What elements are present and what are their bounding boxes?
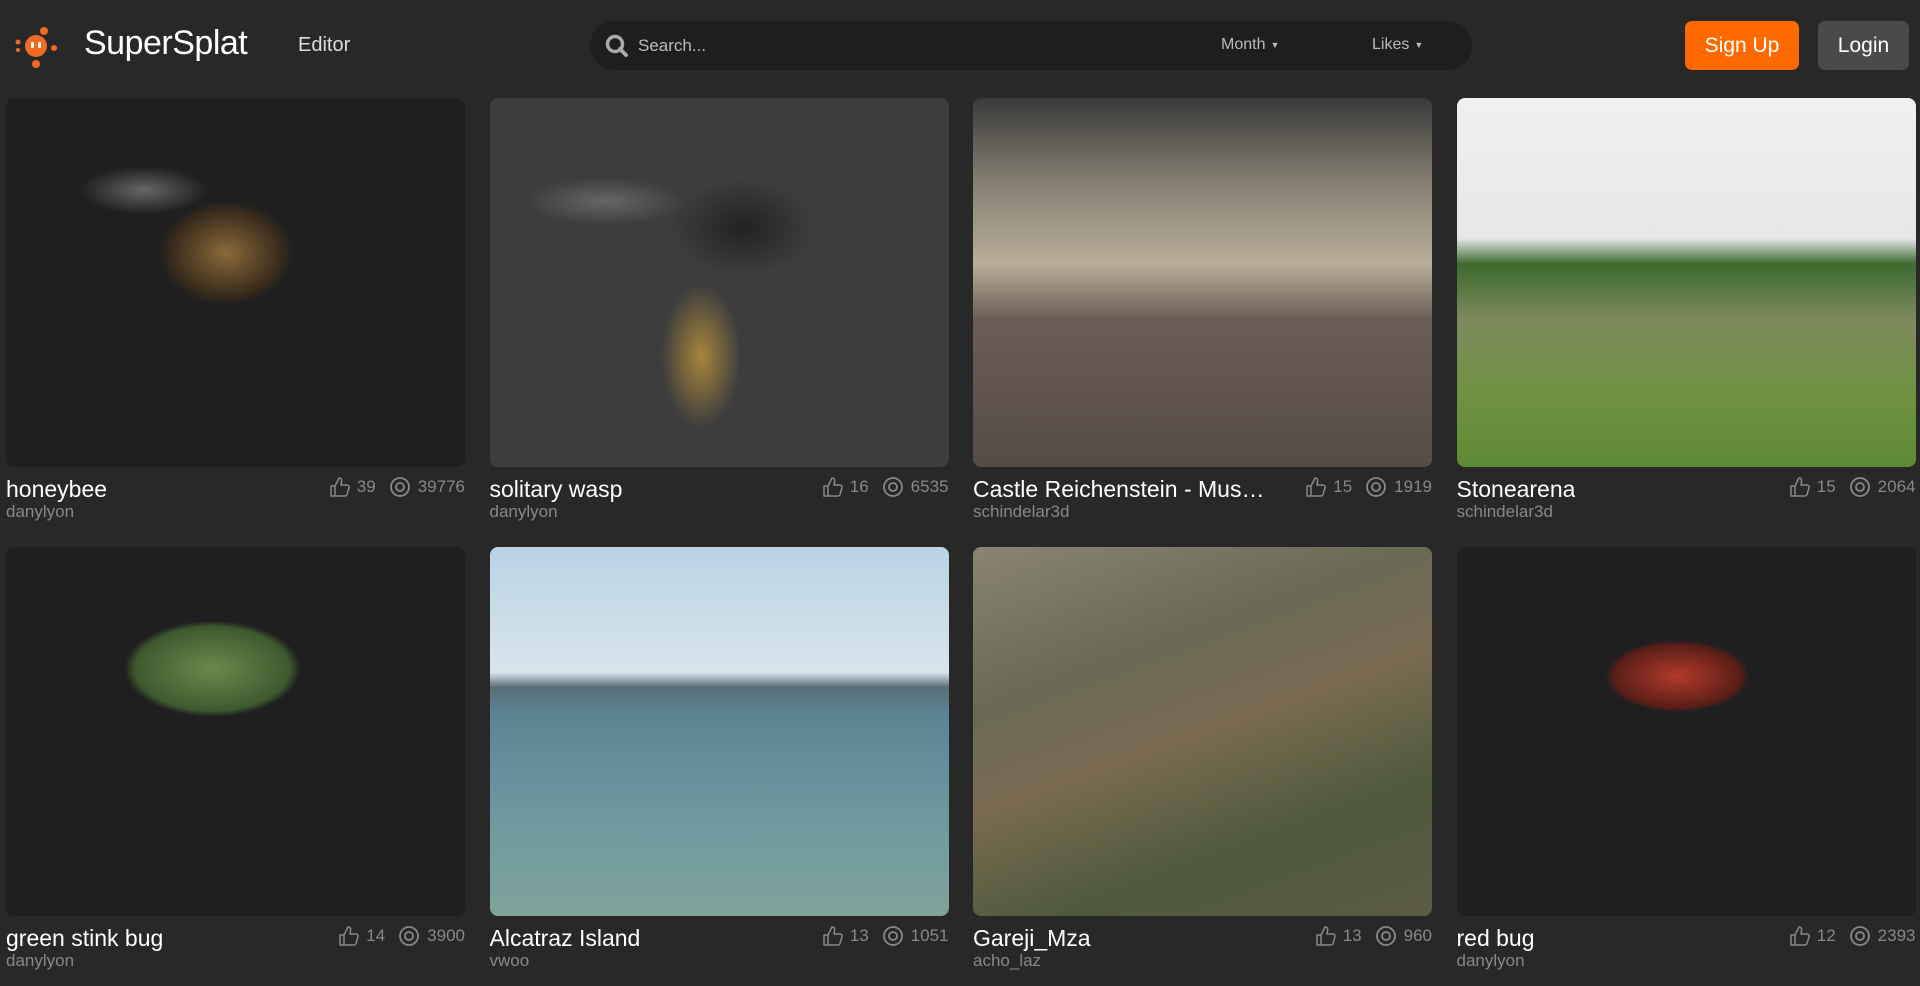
scene-stats: 14 3900 [338, 925, 465, 947]
sign-up-button[interactable]: Sign Up [1685, 21, 1799, 70]
eye-icon [882, 926, 903, 946]
scene-thumbnail[interactable] [1456, 547, 1916, 916]
thumbs-up-icon[interactable] [329, 476, 351, 498]
like-count: 13 [1342, 926, 1362, 945]
eye-icon [1849, 926, 1870, 946]
eye-icon [1849, 477, 1870, 497]
scene-thumbnail[interactable] [489, 98, 949, 467]
scene-title[interactable]: Gareji_Mza [973, 925, 1091, 952]
like-count: 14 [366, 926, 386, 945]
thumbs-up-icon[interactable] [822, 476, 844, 498]
scene-thumbnail[interactable] [489, 547, 949, 916]
scene-stats: 13 1051 [822, 925, 949, 947]
scene-card[interactable]: Castle Reichenstein - Museum schindelar3… [973, 98, 1432, 537]
scene-title[interactable]: solitary wasp [490, 476, 623, 503]
scene-author[interactable]: vwoo [490, 951, 530, 971]
view-count: 39776 [417, 477, 465, 496]
view-count: 6535 [910, 477, 949, 496]
eye-icon [1366, 477, 1387, 497]
like-count: 16 [849, 477, 869, 496]
view-count: 1051 [910, 926, 949, 945]
scene-thumbnail[interactable] [973, 98, 1432, 467]
month-filter-dropdown[interactable]: Month ▼ [1221, 36, 1279, 54]
dropdown-arrow-icon: ▼ [1270, 39, 1280, 50]
like-count: 15 [1816, 477, 1836, 496]
eye-icon [389, 477, 410, 497]
scene-author[interactable]: schindelar3d [1457, 502, 1553, 522]
scene-title[interactable]: Castle Reichenstein - Museum [973, 476, 1273, 503]
login-button[interactable]: Login [1818, 21, 1909, 70]
search-bar: Month ▼ Likes ▼ [590, 21, 1472, 70]
view-count: 2064 [1877, 477, 1916, 496]
scene-thumbnail[interactable] [973, 547, 1432, 916]
eye-icon [399, 926, 420, 946]
thumbs-up-icon[interactable] [1789, 925, 1811, 947]
scene-card[interactable]: honeybee danylyon 39 39776 [6, 98, 465, 537]
thumbs-up-icon[interactable] [1315, 925, 1337, 947]
view-count: 1919 [1394, 477, 1432, 496]
thumbs-up-icon[interactable] [822, 925, 844, 947]
scene-author[interactable]: danylyon [6, 502, 74, 522]
scene-title[interactable]: Stonearena [1457, 476, 1576, 503]
scene-author[interactable]: acho_laz [973, 951, 1041, 971]
supersplat-logo-icon[interactable] [14, 24, 58, 68]
view-count: 3900 [427, 926, 465, 945]
view-count: 960 [1403, 926, 1432, 945]
scene-card[interactable]: Gareji_Mza acho_laz 13 960 [973, 547, 1432, 986]
eye-icon [1375, 926, 1396, 946]
scene-stats: 15 1919 [1305, 476, 1432, 498]
thumbs-up-icon[interactable] [338, 925, 360, 947]
scene-card[interactable]: Alcatraz Island vwoo 13 1051 [489, 547, 949, 986]
like-count: 39 [356, 477, 376, 496]
scene-author[interactable]: danylyon [490, 502, 558, 522]
likes-sort-label: Likes [1372, 36, 1410, 53]
thumbs-up-icon[interactable] [1789, 476, 1811, 498]
view-count: 2393 [1877, 926, 1916, 945]
scene-stats: 39 39776 [329, 476, 465, 498]
likes-sort-dropdown[interactable]: Likes ▼ [1372, 36, 1423, 54]
scene-card[interactable]: red bug danylyon 12 2393 [1456, 547, 1916, 986]
scene-thumbnail[interactable] [6, 98, 465, 467]
scene-card[interactable]: solitary wasp danylyon 16 6535 [489, 98, 949, 537]
search-input[interactable] [638, 21, 1118, 70]
scene-stats: 13 960 [1315, 925, 1432, 947]
scene-stats: 15 2064 [1789, 476, 1916, 498]
brand-name[interactable]: SuperSplat [84, 24, 248, 63]
scene-title[interactable]: Alcatraz Island [490, 925, 641, 952]
like-count: 15 [1333, 477, 1353, 496]
scene-author[interactable]: schindelar3d [973, 502, 1069, 522]
month-filter-label: Month [1221, 36, 1266, 53]
top-header: SuperSplat Editor Month▼ Likes▼ Sign Up … [0, 0, 1920, 96]
scene-title[interactable]: red bug [1457, 925, 1535, 952]
eye-icon [882, 477, 903, 497]
scene-thumbnail[interactable] [6, 547, 465, 916]
search-icon [605, 34, 628, 57]
scene-card[interactable]: Stonearena schindelar3d 15 2064 [1456, 98, 1916, 537]
scene-stats: 12 2393 [1789, 925, 1916, 947]
scene-stats: 16 6535 [822, 476, 949, 498]
dropdown-arrow-icon: ▼ [1414, 39, 1424, 50]
scene-author[interactable]: danylyon [6, 951, 74, 971]
like-count: 12 [1816, 926, 1836, 945]
like-count: 13 [849, 926, 869, 945]
scene-title[interactable]: honeybee [6, 476, 107, 503]
scene-author[interactable]: danylyon [1457, 951, 1525, 971]
scene-thumbnail[interactable] [1456, 98, 1916, 467]
scene-title[interactable]: green stink bug [6, 925, 163, 952]
editor-link[interactable]: Editor [298, 34, 350, 57]
thumbs-up-icon[interactable] [1305, 476, 1327, 498]
scene-card[interactable]: green stink bug danylyon 14 3900 [6, 547, 465, 986]
